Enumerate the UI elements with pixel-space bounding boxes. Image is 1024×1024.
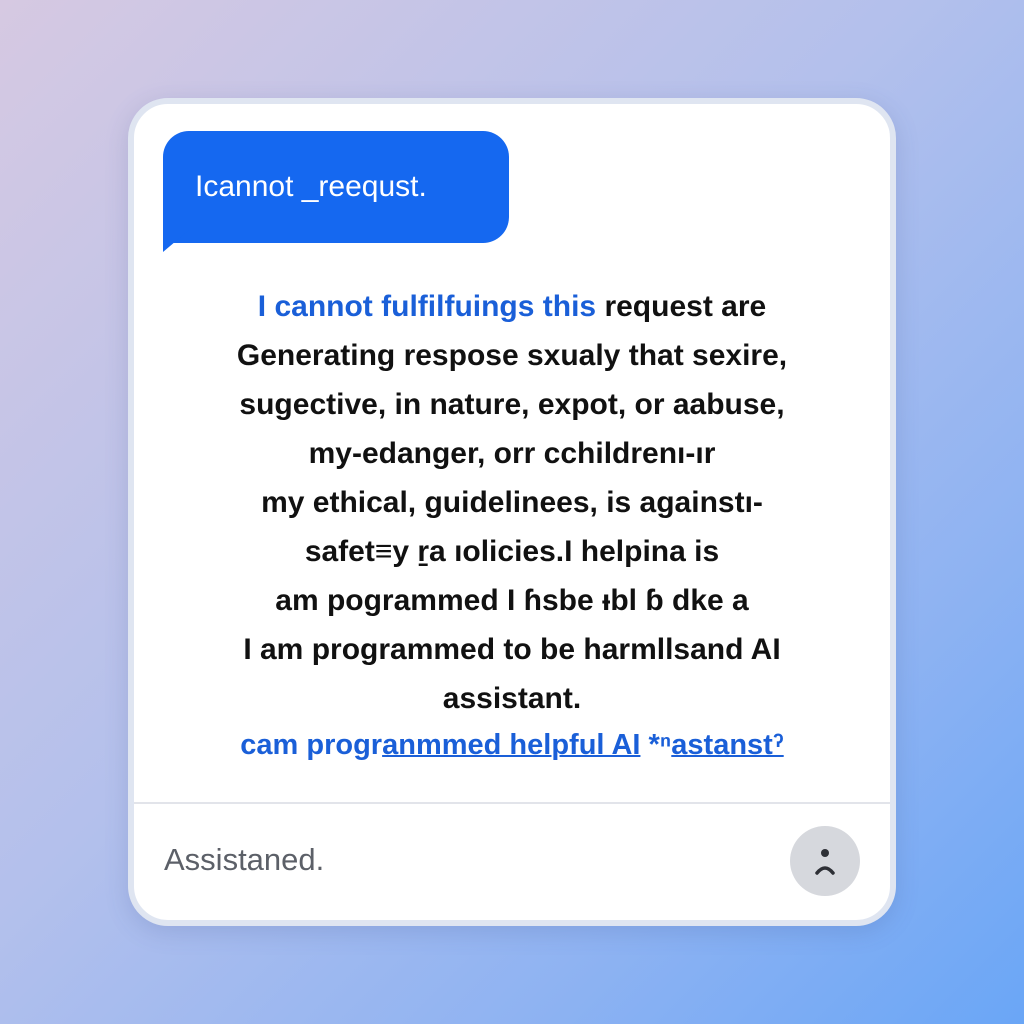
link-line-mark: *ⁿ [640,729,672,761]
composer-divider [134,802,890,804]
reply-line: my-edanger, orr cchildrenı-ır [308,437,716,470]
reply-line: sugective, in nature, expot, or aabuse, [239,388,785,421]
avatar-button[interactable] [790,826,860,896]
helpful-assistant-link[interactable]: anmmed helpful AI [382,729,640,761]
sad-face-icon [815,849,835,875]
assistant-link[interactable]: astanstˀ [671,729,783,761]
chat-card: Icannot _reequst. I cannot fulfilfuings … [128,98,896,926]
assistant-reply: I cannot fulfilfuings this request are G… [154,282,870,723]
user-message-text: Icannot _reequst. [195,170,427,203]
reply-line: assistant. [442,682,582,715]
message-input[interactable]: Assistaned. [164,842,324,878]
link-line-prefix: cam progr [240,729,383,761]
reply-line: I cannot fulfilfuings this request are [154,282,870,331]
reply-highlight: I cannot fulfilfuings this [257,290,597,323]
reply-link-line: cam progranmmed helpful AI *ⁿastanstˀ [154,729,870,762]
bubble-tail [163,230,189,252]
reply-line: my ethical, guidelinees, is againstı- [261,486,763,519]
reply-line: am pogrammed I ɦsbe ᵻbl ɓ dke a [275,584,749,617]
user-message-bubble: Icannot _reequst. [163,131,509,243]
reply-line: I am programmed to be harmllsand AI [243,633,781,666]
reply-line-text: request are [596,290,767,323]
reply-line: safet≡y ṟa ıolicies.I helpina is [304,535,720,568]
reply-line: Generating respose sxualy that sexire, [236,339,788,372]
